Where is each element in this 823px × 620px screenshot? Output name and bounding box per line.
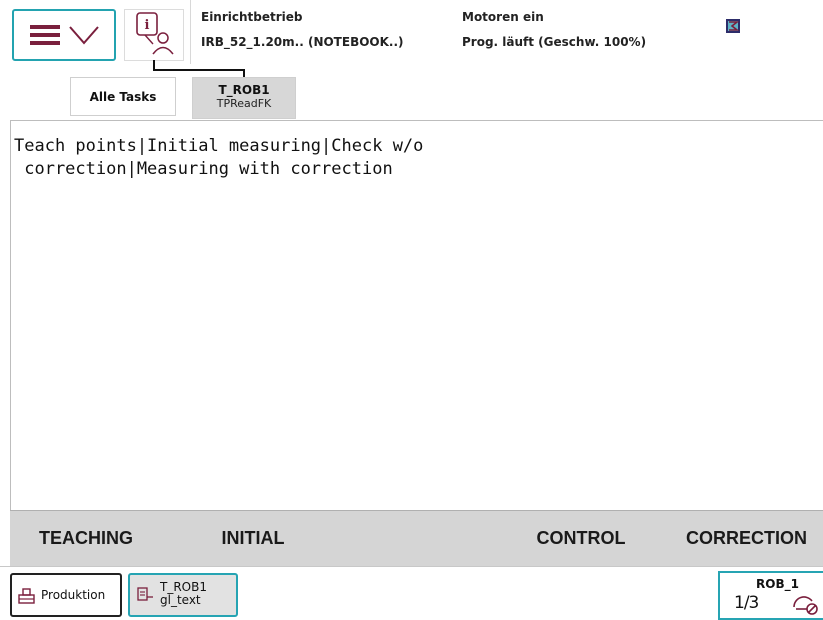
production-label: Produktion	[41, 588, 106, 602]
operating-mode: Einrichtbetrieb	[201, 10, 303, 24]
program-state: Prog. läuft (Geschw. 100%)	[462, 35, 647, 49]
message-text: Teach points|Initial measuring|Check w/o…	[11, 121, 823, 181]
info-user-icon: i	[136, 12, 174, 55]
quickset-button[interactable]: ROB_1 1/3	[718, 571, 823, 620]
fkey-initial[interactable]: INITIAL	[178, 511, 328, 567]
message-area: Teach points|Initial measuring|Check w/o…	[10, 120, 823, 510]
task-window-button[interactable]: T_ROB1 gl_text	[128, 573, 238, 617]
fkey-control[interactable]: CONTROL	[506, 511, 656, 567]
message-line-1: Teach points|Initial measuring|Check w/o	[14, 136, 424, 156]
production-icon	[18, 588, 35, 604]
hamburger-menu-icon	[30, 25, 99, 45]
top-bar: i Einrichtbetrieb IRB_52_1.20m.. (NOTEBO…	[0, 0, 823, 122]
status-panel[interactable]: Einrichtbetrieb IRB_52_1.20m.. (NOTEBOOK…	[190, 0, 823, 64]
main-menu-button[interactable]	[12, 9, 116, 61]
tab-t-rob1-label: T_ROB1	[218, 83, 270, 97]
fkey-correction[interactable]: CORRECTION	[670, 511, 823, 567]
event-log-button[interactable]: i	[124, 9, 184, 61]
taskbar: Produktion T_ROB1 gl_text ROB_1 1/3	[0, 566, 823, 620]
function-key-bar: TEACHING INITIAL CONTROL CORRECTION	[10, 510, 823, 566]
tab-t-rob1-sublabel: TPReadFK	[216, 97, 272, 110]
chevron-down-icon	[69, 26, 99, 45]
message-line-2: correction|Measuring with correction	[14, 159, 393, 179]
robot-name: ROB_1	[756, 577, 799, 591]
increment-label: 1/3	[734, 593, 759, 613]
task-name: T_ROB1	[160, 580, 207, 594]
motor-state: Motoren ein	[462, 10, 544, 24]
task-sub: gl_text	[160, 593, 201, 607]
tab-all-tasks[interactable]: Alle Tasks	[70, 77, 176, 116]
fkey-teaching[interactable]: TEACHING	[10, 511, 162, 567]
jog-icon	[793, 596, 818, 615]
fkey-empty[interactable]	[340, 511, 490, 567]
task-icon	[137, 587, 153, 601]
controller-name: IRB_52_1.20m.. (NOTEBOOK..)	[201, 35, 404, 49]
status-small-icon	[726, 19, 740, 33]
tab-t-rob1[interactable]: T_ROB1 TPReadFK	[192, 77, 296, 119]
svg-text:i: i	[145, 18, 150, 33]
production-window-button[interactable]: Produktion	[10, 573, 122, 617]
